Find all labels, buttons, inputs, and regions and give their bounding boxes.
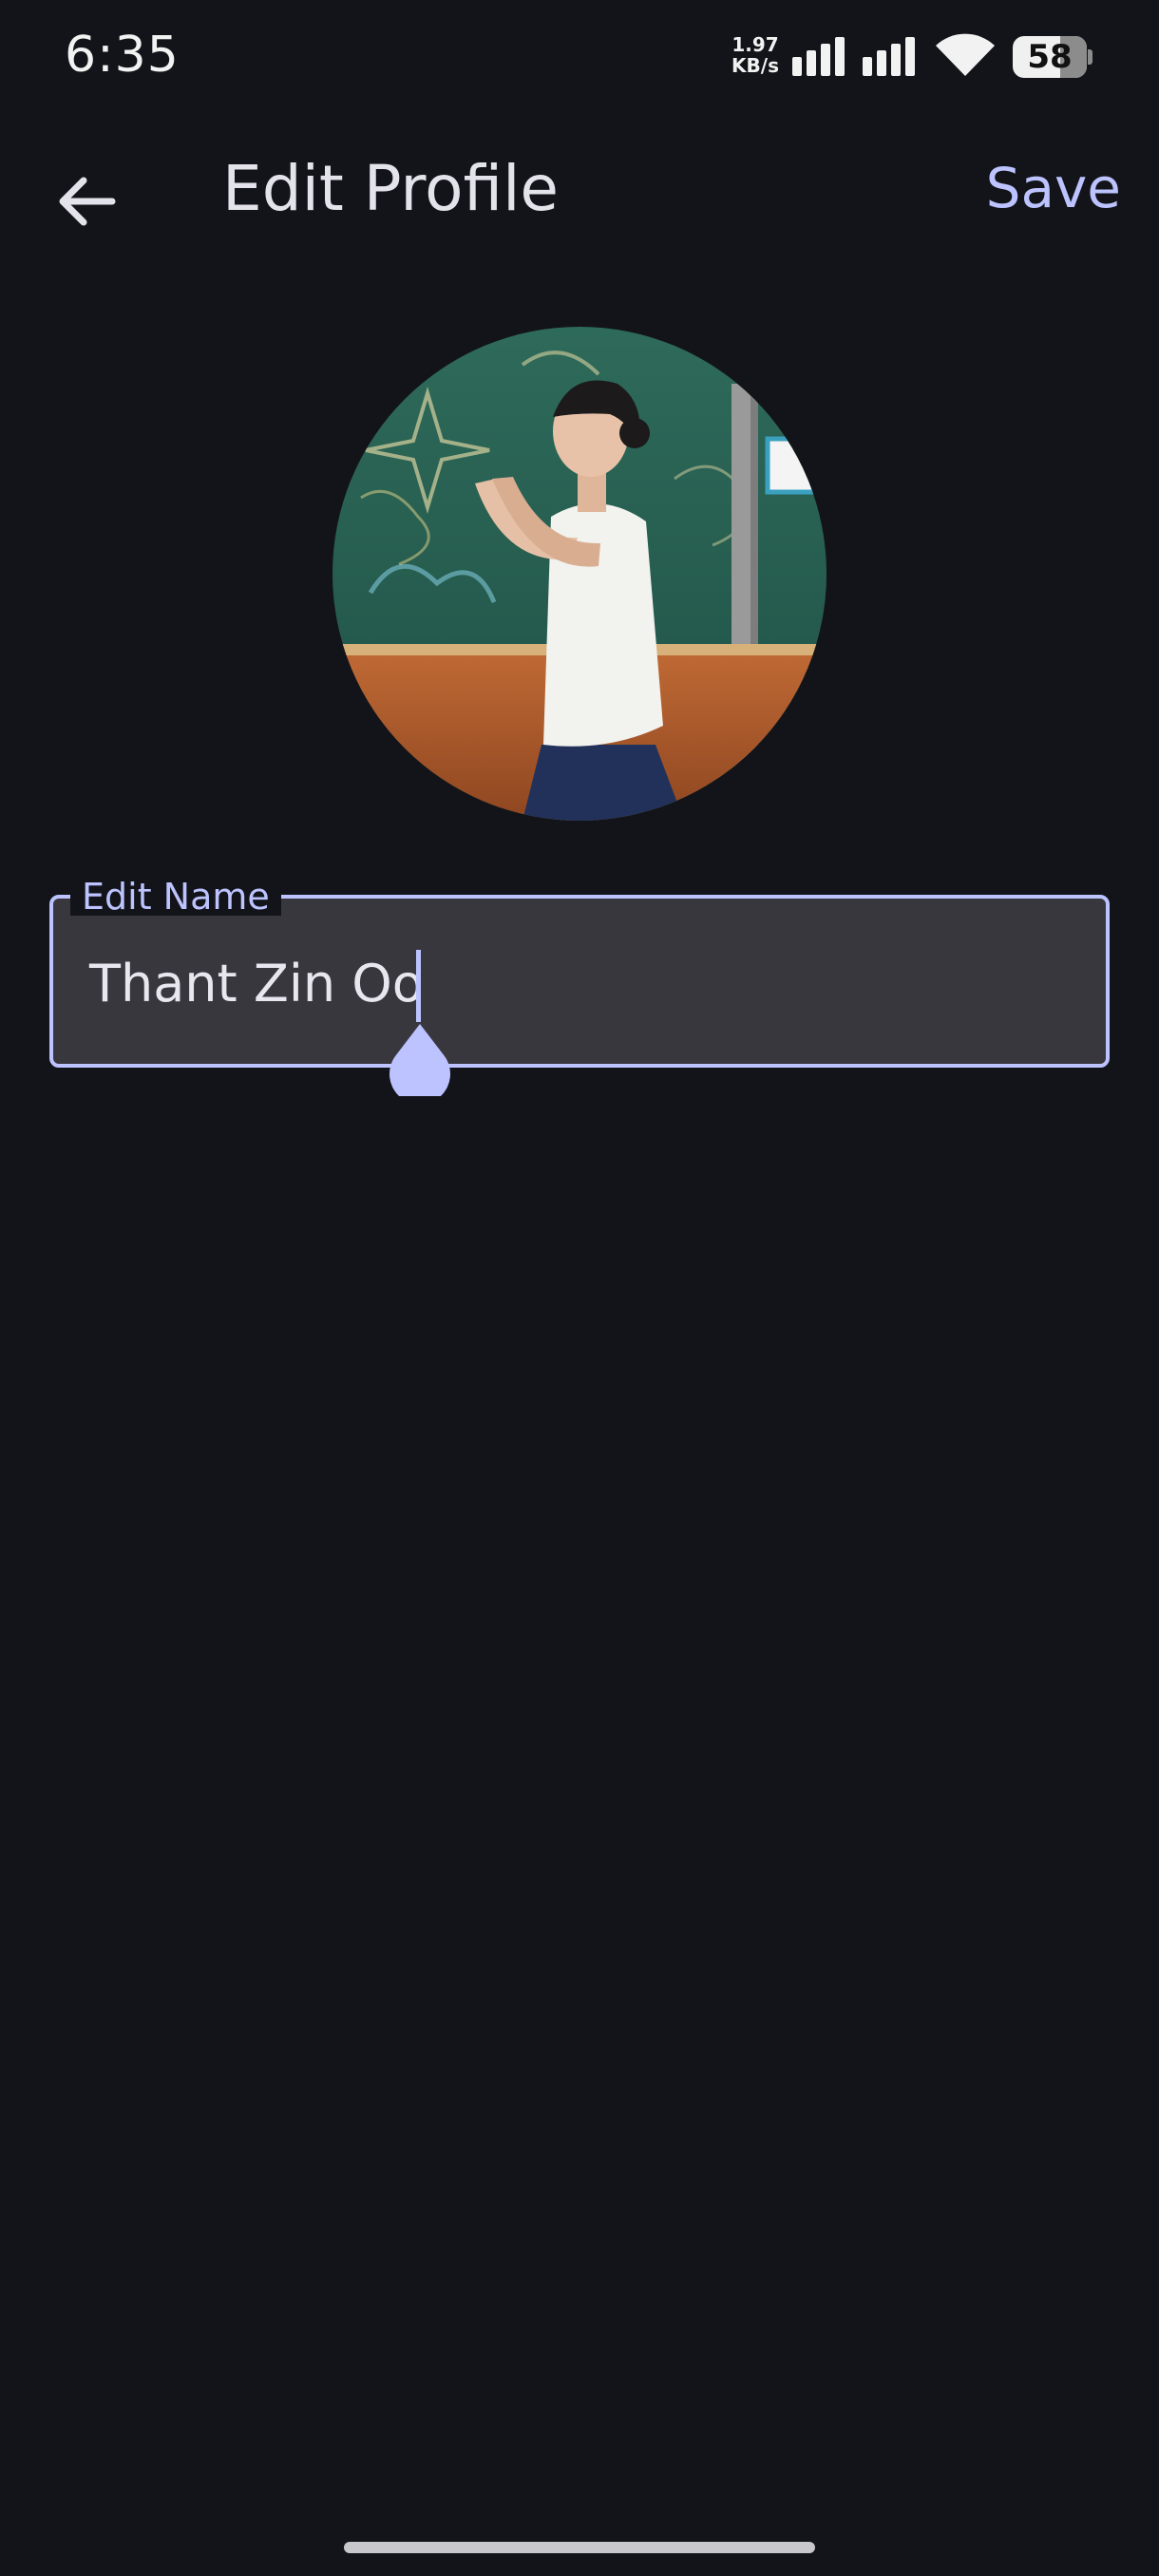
status-bar: 6:35 1.97 KB/s 58: [0, 0, 1159, 114]
battery-icon: 58: [1013, 36, 1092, 78]
name-input[interactable]: Thant Zin Oo: [89, 954, 424, 1013]
network-speed: 1.97 KB/s: [726, 34, 785, 76]
cursor-handle-icon[interactable]: [382, 1020, 458, 1096]
text-cursor: [416, 950, 421, 1022]
app-bar: Edit Profile Save: [0, 133, 1159, 251]
name-field[interactable]: Edit Name Thant Zin Oo: [49, 878, 1110, 1096]
home-indicator[interactable]: [344, 2542, 815, 2553]
profile-avatar[interactable]: [332, 327, 826, 821]
battery-level: 58: [1027, 38, 1073, 76]
status-time: 6:35: [65, 27, 180, 84]
save-button[interactable]: Save: [986, 156, 1121, 220]
back-button[interactable]: [49, 163, 125, 239]
network-speed-unit: KB/s: [732, 54, 779, 77]
signal-icon: [792, 37, 845, 76]
profile-photo: [332, 327, 826, 821]
name-field-label: Edit Name: [70, 878, 281, 916]
network-speed-value: 1.97: [732, 33, 779, 56]
arrow-left-icon: [59, 177, 116, 226]
signal-icon: [863, 37, 915, 76]
page-title: Edit Profile: [222, 152, 560, 225]
wifi-icon: [936, 33, 995, 76]
